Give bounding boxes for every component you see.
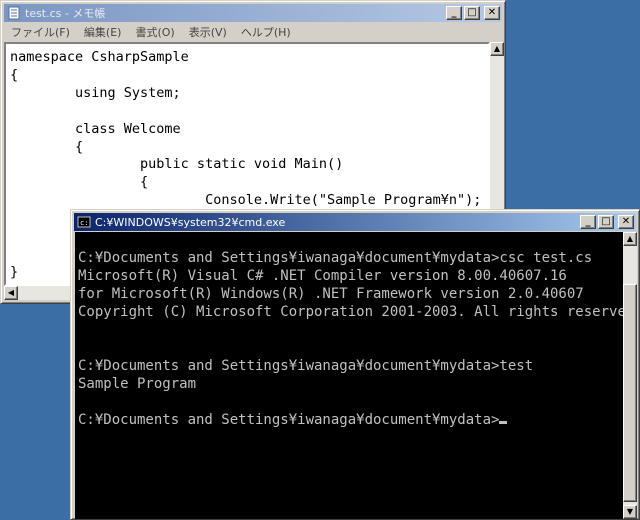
menu-view[interactable]: 表示(V) (182, 24, 234, 40)
cmd-icon: c: (77, 216, 91, 228)
notepad-titlebar[interactable]: test.cs - メモ帳 _ □ ✕ (4, 4, 502, 22)
cmd-window[interactable]: c: C:¥WINDOWS¥system32¥cmd.exe _ □ ✕ C:¥… (70, 209, 640, 520)
menu-file[interactable]: ファイル(F) (4, 24, 77, 40)
scroll-up-icon[interactable]: ▲ (623, 232, 637, 246)
console-prompt: C:¥Documents and Settings¥iwanaga¥docume… (78, 412, 500, 428)
cmd-maximize-button[interactable]: □ (598, 215, 614, 229)
console-text: C:¥Documents and Settings¥iwanaga¥docume… (75, 232, 623, 429)
cmd-close-button[interactable]: ✕ (618, 215, 634, 229)
console-line: C:¥Documents and Settings¥iwanaga¥docume… (78, 250, 593, 266)
console-line: for Microsoft(R) Windows(R) .NET Framewo… (78, 286, 584, 302)
cmd-minimize-button[interactable]: _ (580, 215, 596, 229)
console-line: Microsoft(R) Visual C# .NET Compiler ver… (78, 268, 567, 284)
notepad-maximize-button[interactable]: □ (464, 6, 480, 20)
cmd-titlebar[interactable]: c: C:¥WINDOWS¥system32¥cmd.exe _ □ ✕ (74, 213, 636, 231)
notepad-icon (8, 6, 20, 20)
text-cursor (499, 421, 508, 424)
scroll-left-icon[interactable]: ◀ (4, 286, 18, 300)
scroll-down-icon[interactable]: ▼ (623, 505, 637, 519)
scroll-up-icon[interactable]: ▲ (490, 42, 504, 56)
menu-edit[interactable]: 編集(E) (77, 24, 129, 40)
notepad-close-button[interactable]: ✕ (484, 6, 500, 20)
notepad-minimize-button[interactable]: _ (446, 6, 462, 20)
console-line: Copyright (C) Microsoft Corporation 2001… (78, 304, 623, 320)
console-output[interactable]: C:¥Documents and Settings¥iwanaga¥docume… (75, 232, 623, 519)
menu-format[interactable]: 書式(O) (128, 24, 181, 40)
notepad-menubar: ファイル(F) 編集(E) 書式(O) 表示(V) ヘルプ(H) (4, 23, 502, 41)
cmd-vertical-scrollbar[interactable]: ▲ ▼ (623, 232, 637, 519)
console-line: Sample Program (78, 376, 197, 392)
notepad-title: test.cs - メモ帳 (25, 7, 106, 20)
cmd-title: C:¥WINDOWS¥system32¥cmd.exe (95, 215, 286, 229)
svg-text:c:: c: (80, 219, 88, 227)
menu-help[interactable]: ヘルプ(H) (234, 24, 298, 40)
scroll-thumb[interactable] (623, 284, 637, 502)
console-line: C:¥Documents and Settings¥iwanaga¥docume… (78, 358, 534, 374)
